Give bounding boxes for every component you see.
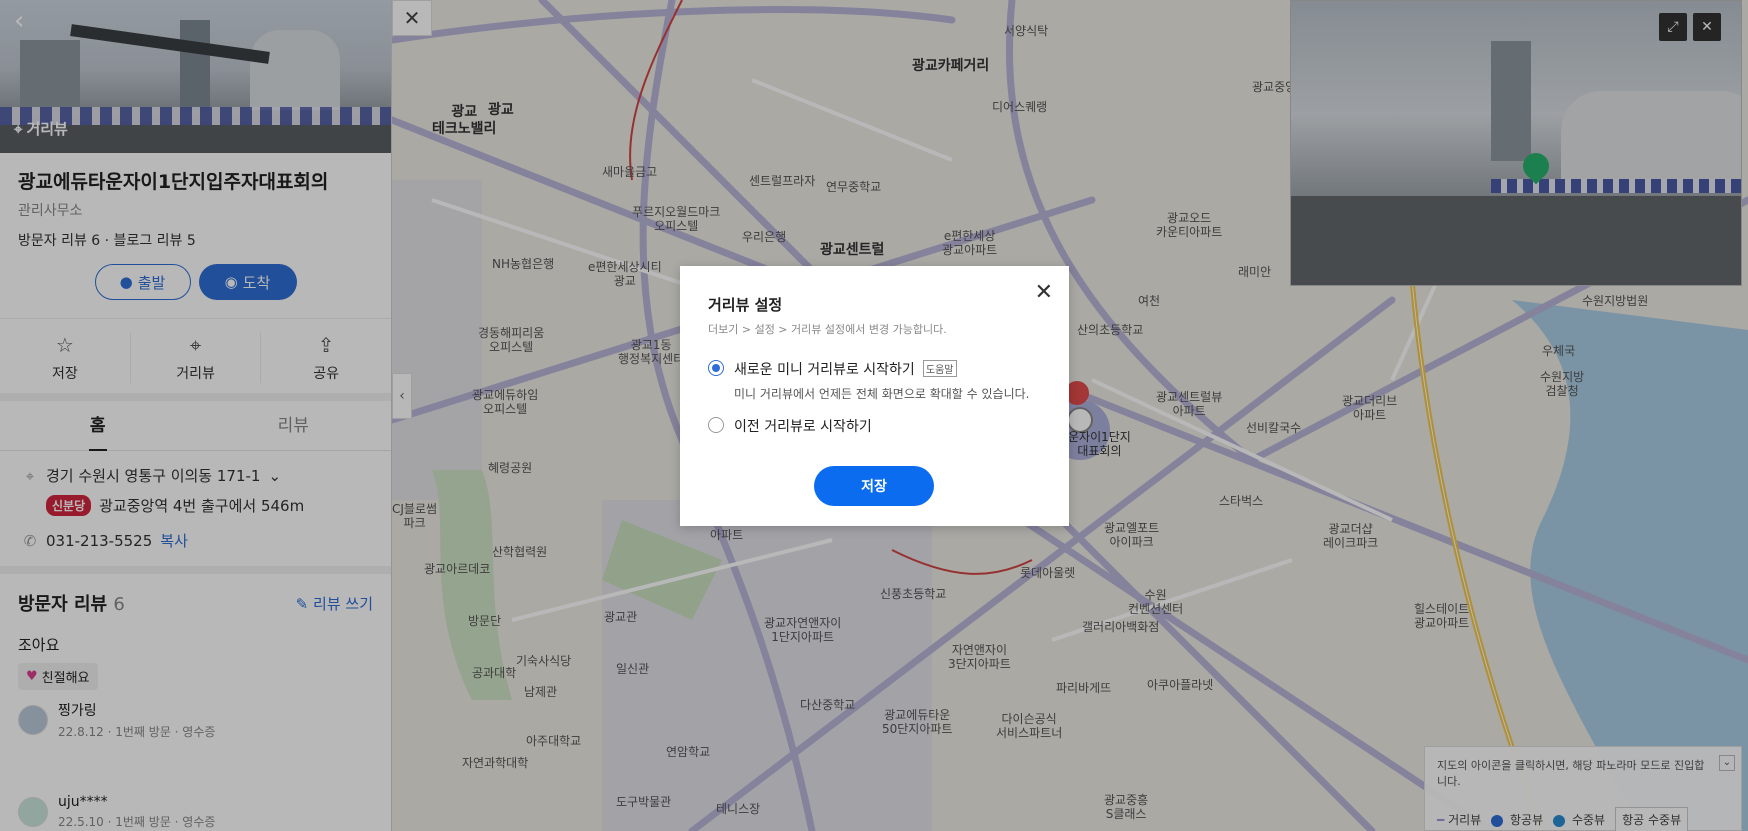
dialog-title: 거리뷰 설정 (708, 296, 783, 314)
close-icon: ✕ (1034, 280, 1053, 305)
option-label: 이전 거리뷰로 시작하기 (734, 419, 872, 435)
save-button[interactable]: 저장 (814, 466, 934, 506)
streetview-settings-dialog: 거리뷰 설정 더보기 > 설정 > 거리뷰 설정에서 변경 가능합니다. ✕ 새… (680, 266, 1069, 526)
radio-previous-streetview[interactable] (708, 417, 724, 433)
radio-new-mini-streetview[interactable] (708, 360, 724, 376)
option-new-mini-streetview[interactable]: 새로운 미니 거리뷰로 시작하기 도움말 미니 거리뷰에서 언제든 전체 화면으… (708, 359, 1041, 402)
help-badge[interactable]: 도움말 (922, 360, 957, 377)
dialog-close-button[interactable]: ✕ (1035, 280, 1053, 305)
option-description: 미니 거리뷰에서 언제든 전체 화면으로 확대할 수 있습니다. (734, 387, 1030, 401)
option-label: 새로운 미니 거리뷰로 시작하기 (734, 362, 915, 378)
app-root: ‹ ⌖ 거리뷰 광교에듀타운자이1단지입주자대표회의 관리사무소 방문자 리뷰 … (0, 0, 1748, 831)
option-previous-streetview[interactable]: 이전 거리뷰로 시작하기 (708, 416, 1041, 436)
dialog-subtitle: 더보기 > 설정 > 거리뷰 설정에서 변경 가능합니다. (708, 323, 947, 336)
